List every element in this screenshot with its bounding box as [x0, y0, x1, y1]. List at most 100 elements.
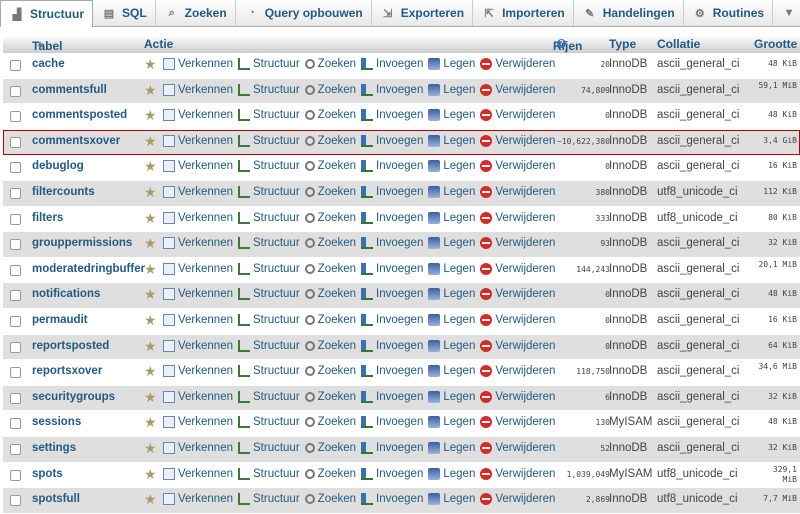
row-checkbox[interactable] [10, 85, 21, 97]
insert-action[interactable]: Invoegen [361, 390, 423, 403]
search-action[interactable]: Zoeken [304, 314, 356, 326]
row-checkbox[interactable] [10, 264, 21, 276]
structure-action[interactable]: Structuur [238, 467, 300, 480]
insert-action[interactable]: Invoegen [361, 313, 423, 326]
empty-action[interactable]: Legen [428, 134, 475, 147]
browse-action[interactable]: Verkennen [163, 211, 233, 224]
favorite-star-icon[interactable]: ★ [144, 287, 158, 301]
column-type[interactable]: Type [609, 37, 636, 51]
row-checkbox[interactable] [10, 111, 21, 123]
structure-action[interactable]: Structuur [238, 134, 300, 147]
browse-action[interactable]: Verkennen [163, 160, 233, 173]
table-name-link[interactable]: securitygroups [32, 391, 115, 403]
empty-action[interactable]: Legen [428, 58, 475, 70]
favorite-star-icon[interactable]: ★ [144, 492, 158, 506]
insert-action[interactable]: Invoegen [361, 339, 423, 352]
table-name-link[interactable]: moderatedringbuffer [32, 263, 145, 275]
favorite-star-icon[interactable]: ★ [144, 441, 158, 455]
insert-action[interactable]: Invoegen [361, 262, 423, 275]
tab-routines[interactable]: ⚙ Routines [684, 0, 774, 26]
browse-action[interactable]: Verkennen [163, 441, 233, 454]
table-name-link[interactable]: notifications [32, 288, 100, 300]
table-name-link[interactable]: spotsfull [32, 493, 80, 505]
row-checkbox[interactable] [10, 367, 21, 379]
row-checkbox[interactable] [10, 239, 21, 251]
browse-action[interactable]: Verkennen [163, 262, 233, 275]
favorite-star-icon[interactable]: ★ [144, 390, 158, 404]
favorite-star-icon[interactable]: ★ [144, 185, 158, 199]
empty-action[interactable]: Legen [428, 365, 475, 378]
favorite-star-icon[interactable]: ★ [144, 211, 158, 225]
browse-action[interactable]: Verkennen [163, 313, 233, 326]
table-name-link[interactable]: commentsposted [32, 109, 127, 121]
row-checkbox[interactable] [10, 136, 21, 148]
search-action[interactable]: Zoeken [304, 263, 356, 275]
insert-action[interactable]: Invoegen [361, 365, 423, 378]
insert-action[interactable]: Invoegen [361, 109, 423, 122]
column-grootte[interactable]: Grootte [754, 37, 797, 51]
table-name-link[interactable]: debuglog [32, 160, 84, 172]
structure-action[interactable]: Structuur [238, 365, 300, 378]
structure-action[interactable]: Structuur [238, 83, 300, 96]
tab-importeren[interactable]: ⇱ Importeren [473, 0, 574, 26]
table-name-link[interactable]: settings [32, 442, 76, 454]
column-collatie[interactable]: Collatie [657, 37, 700, 51]
table-name-link[interactable]: filtercounts [32, 186, 95, 198]
search-action[interactable]: Zoeken [304, 237, 356, 249]
empty-action[interactable]: Legen [428, 262, 475, 275]
insert-action[interactable]: Invoegen [361, 237, 423, 250]
empty-action[interactable]: Legen [428, 83, 475, 96]
browse-action[interactable]: Verkennen [163, 134, 233, 147]
structure-action[interactable]: Structuur [238, 339, 300, 352]
structure-action[interactable]: Structuur [238, 58, 300, 70]
empty-action[interactable]: Legen [428, 288, 475, 301]
search-action[interactable]: Zoeken [304, 288, 356, 300]
structure-action[interactable]: Structuur [238, 441, 300, 454]
search-action[interactable]: Zoeken [304, 84, 356, 96]
browse-action[interactable]: Verkennen [163, 288, 233, 301]
insert-action[interactable]: Invoegen [361, 467, 423, 480]
structure-action[interactable]: Structuur [238, 109, 300, 122]
table-name-link[interactable]: grouppermissions [32, 237, 132, 249]
tab-sql[interactable]: ▤ SQL [93, 0, 156, 26]
row-checkbox[interactable] [10, 495, 21, 507]
favorite-star-icon[interactable]: ★ [144, 159, 158, 173]
empty-action[interactable]: Legen [428, 441, 475, 454]
structure-action[interactable]: Structuur [238, 262, 300, 275]
favorite-star-icon[interactable]: ★ [144, 339, 158, 353]
empty-action[interactable]: Legen [428, 313, 475, 326]
insert-action[interactable]: Invoegen [361, 211, 423, 224]
favorite-star-icon[interactable]: ★ [144, 57, 158, 71]
favorite-star-icon[interactable]: ★ [144, 134, 158, 148]
insert-action[interactable]: Invoegen [361, 288, 423, 301]
browse-action[interactable]: Verkennen [163, 237, 233, 250]
empty-action[interactable]: Legen [428, 390, 475, 403]
search-action[interactable]: Zoeken [304, 186, 356, 198]
table-name-link[interactable]: filters [32, 212, 63, 224]
table-name-link[interactable]: sessions [32, 416, 81, 428]
help-icon[interactable]: ? [557, 39, 566, 48]
row-checkbox[interactable] [10, 315, 21, 327]
empty-action[interactable]: Legen [428, 185, 475, 198]
browse-action[interactable]: Verkennen [163, 109, 233, 122]
browse-action[interactable]: Verkennen [163, 83, 233, 96]
row-checkbox[interactable] [10, 290, 21, 302]
empty-action[interactable]: Legen [428, 467, 475, 480]
table-name-link[interactable]: permaudit [32, 314, 88, 326]
favorite-star-icon[interactable]: ★ [144, 108, 158, 122]
row-checkbox[interactable] [10, 213, 21, 225]
structure-action[interactable]: Structuur [238, 185, 300, 198]
tab-zoeken[interactable]: ⌕ Zoeken [156, 0, 236, 26]
structure-action[interactable]: Structuur [238, 390, 300, 403]
tab-meer[interactable]: ▼Meer [773, 0, 800, 26]
tab-exporteren[interactable]: ⇲ Exporteren [372, 0, 474, 26]
browse-action[interactable]: Verkennen [163, 493, 233, 506]
favorite-star-icon[interactable]: ★ [144, 467, 158, 481]
browse-action[interactable]: Verkennen [163, 365, 233, 378]
search-action[interactable]: Zoeken [304, 109, 356, 121]
row-checkbox[interactable] [10, 162, 21, 174]
row-checkbox[interactable] [10, 418, 21, 430]
row-checkbox[interactable] [10, 392, 21, 404]
structure-action[interactable]: Structuur [238, 160, 300, 173]
insert-action[interactable]: Invoegen [361, 416, 423, 429]
